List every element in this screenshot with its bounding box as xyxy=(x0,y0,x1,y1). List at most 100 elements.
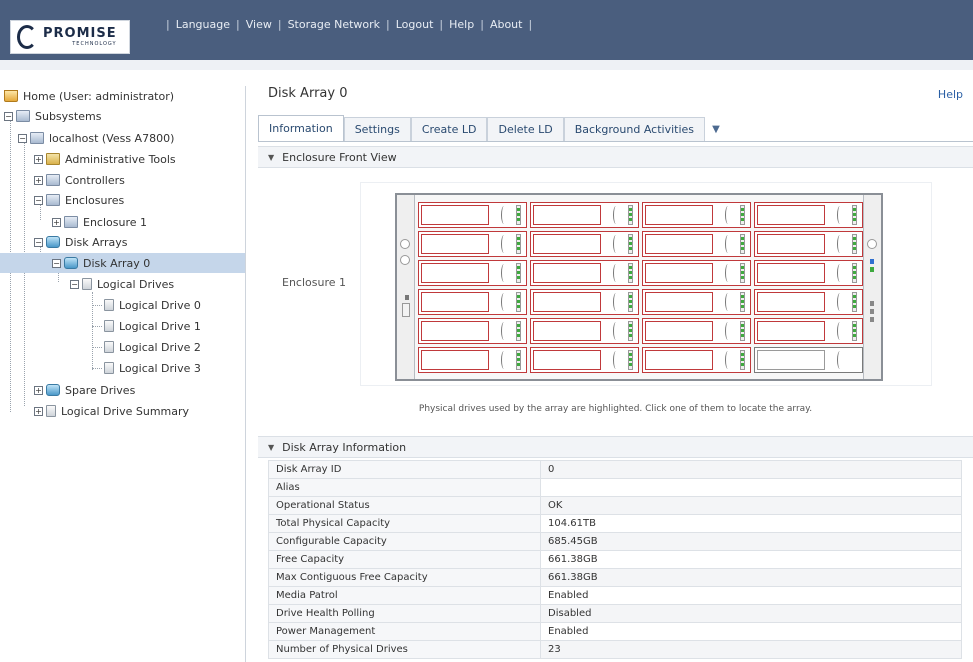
expand-icon[interactable]: + xyxy=(34,154,43,164)
drive-latch-icon xyxy=(501,235,507,253)
tree-item-controllers[interactable]: + Controllers xyxy=(34,170,125,190)
nav-help[interactable]: Help xyxy=(449,18,474,31)
drive-slot[interactable] xyxy=(754,260,863,286)
more-tabs-dropdown-icon[interactable]: ▼ xyxy=(705,117,727,141)
tree-item-label: Logical Drives xyxy=(97,277,175,291)
property-name: Disk Array ID xyxy=(268,460,541,479)
tree-item-administrative-tools[interactable]: + Administrative Tools xyxy=(34,149,176,169)
expand-icon[interactable]: + xyxy=(52,217,61,227)
tree-item-label: Logical Drive 2 xyxy=(119,340,201,354)
tree-item-label: Enclosures xyxy=(65,193,125,207)
drive-led-icon xyxy=(628,263,633,283)
drive-carrier-face xyxy=(533,263,601,283)
table-row: Number of Physical Drives 23 xyxy=(268,640,962,659)
nav-storage-network[interactable]: Storage Network xyxy=(288,18,380,31)
nav-language[interactable]: Language xyxy=(176,18,230,31)
drive-slot[interactable] xyxy=(418,231,527,257)
tree-item-label: Logical Drive 0 xyxy=(119,298,201,312)
drive-slot[interactable] xyxy=(754,347,863,373)
disk-array-information-header[interactable]: ▼ Disk Array Information xyxy=(258,436,973,458)
collapse-icon[interactable]: − xyxy=(18,133,27,143)
drive-slot[interactable] xyxy=(754,231,863,257)
section-title: Enclosure Front View xyxy=(282,150,397,164)
drive-slot[interactable] xyxy=(754,318,863,344)
tree-item-logical-drive-3[interactable]: Logical Drive 3 xyxy=(104,358,201,378)
power-button-icon[interactable] xyxy=(400,255,410,265)
thumbscrew-icon xyxy=(400,239,410,249)
tab-delete-ld[interactable]: Delete LD xyxy=(487,117,564,141)
tab-create-ld[interactable]: Create LD xyxy=(410,117,488,141)
drive-latch-icon xyxy=(613,206,619,224)
tree-item-logical-drives[interactable]: − Logical Drives xyxy=(70,274,174,294)
drive-led-icon xyxy=(852,292,857,312)
table-row: Drive Health Polling Disabled xyxy=(268,604,962,623)
drive-led-icon xyxy=(740,350,745,370)
drive-slot[interactable] xyxy=(418,289,527,315)
controller-icon xyxy=(46,174,60,186)
tab-background-activities[interactable]: Background Activities xyxy=(563,117,706,141)
drive-carrier-face xyxy=(645,292,713,312)
tree-item-localhost[interactable]: − localhost (Vess A7800) xyxy=(18,128,174,148)
expand-icon[interactable]: + xyxy=(34,406,43,416)
drive-slot[interactable] xyxy=(418,318,527,344)
drive-carrier-face xyxy=(533,321,601,341)
nav-logout[interactable]: Logout xyxy=(396,18,434,31)
drive-slot[interactable] xyxy=(418,347,527,373)
drive-latch-icon xyxy=(725,206,731,224)
tree-item-logical-drive-1[interactable]: Logical Drive 1 xyxy=(104,316,201,336)
tree-item-home[interactable]: Home (User: administrator) xyxy=(4,86,174,106)
tree-item-logical-drive-0[interactable]: Logical Drive 0 xyxy=(104,295,201,315)
drive-slot[interactable] xyxy=(754,289,863,315)
nav-about[interactable]: About xyxy=(490,18,523,31)
drive-slot[interactable] xyxy=(642,202,751,228)
drive-led-icon xyxy=(740,263,745,283)
drive-carrier-face xyxy=(645,263,713,283)
drive-slot[interactable] xyxy=(642,260,751,286)
enclosure-front-view-header[interactable]: ▼ Enclosure Front View xyxy=(258,146,973,168)
property-value: Enabled xyxy=(540,586,962,605)
tree-line xyxy=(92,368,102,369)
help-link[interactable]: Help xyxy=(938,88,963,101)
tab-settings[interactable]: Settings xyxy=(343,117,411,141)
drive-slot[interactable] xyxy=(754,202,863,228)
tree-item-enclosure-1[interactable]: + Enclosure 1 xyxy=(52,212,147,232)
tree-item-disk-arrays[interactable]: − Disk Arrays xyxy=(34,232,127,252)
tree-item-spare-drives[interactable]: + Spare Drives xyxy=(34,380,135,400)
tab-information[interactable]: Information xyxy=(258,115,344,141)
tree-item-subsystems[interactable]: − Subsystems xyxy=(4,106,101,126)
drive-slot[interactable] xyxy=(418,202,527,228)
drive-slot[interactable] xyxy=(642,231,751,257)
drive-slot[interactable] xyxy=(530,289,639,315)
tree-item-disk-array-0[interactable]: − Disk Array 0 xyxy=(0,253,245,273)
drive-slot[interactable] xyxy=(530,318,639,344)
collapse-icon[interactable]: − xyxy=(34,195,43,205)
table-row: Total Physical Capacity 104.61TB xyxy=(268,514,962,533)
expand-icon[interactable]: + xyxy=(34,385,43,395)
collapse-icon[interactable]: − xyxy=(52,258,61,268)
collapse-icon[interactable]: − xyxy=(4,111,13,121)
drive-led-icon xyxy=(628,321,633,341)
drive-slot[interactable] xyxy=(530,231,639,257)
drive-carrier-face xyxy=(533,205,601,225)
drive-slot[interactable] xyxy=(530,202,639,228)
drive-latch-icon xyxy=(613,293,619,311)
drive-slot[interactable] xyxy=(530,260,639,286)
tree-item-logical-drive-2[interactable]: Logical Drive 2 xyxy=(104,337,201,357)
nav-view[interactable]: View xyxy=(246,18,272,31)
expand-icon[interactable]: + xyxy=(34,175,43,185)
collapse-triangle-icon: ▼ xyxy=(268,152,275,162)
drive-carrier-face xyxy=(645,321,713,341)
drive-slot[interactable] xyxy=(642,289,751,315)
tree-item-enclosures[interactable]: − Enclosures xyxy=(34,190,124,210)
drive-slot[interactable] xyxy=(418,260,527,286)
collapse-icon[interactable]: − xyxy=(34,237,43,247)
drive-latch-icon xyxy=(501,322,507,340)
left-rack-ear xyxy=(397,195,415,379)
drive-slot[interactable] xyxy=(530,347,639,373)
tree-item-logical-drive-summary[interactable]: + Logical Drive Summary xyxy=(34,401,189,421)
drive-slot[interactable] xyxy=(642,347,751,373)
drive-carrier-face xyxy=(533,234,601,254)
property-name: Media Patrol xyxy=(268,586,541,605)
collapse-icon[interactable]: − xyxy=(70,279,79,289)
drive-slot[interactable] xyxy=(642,318,751,344)
